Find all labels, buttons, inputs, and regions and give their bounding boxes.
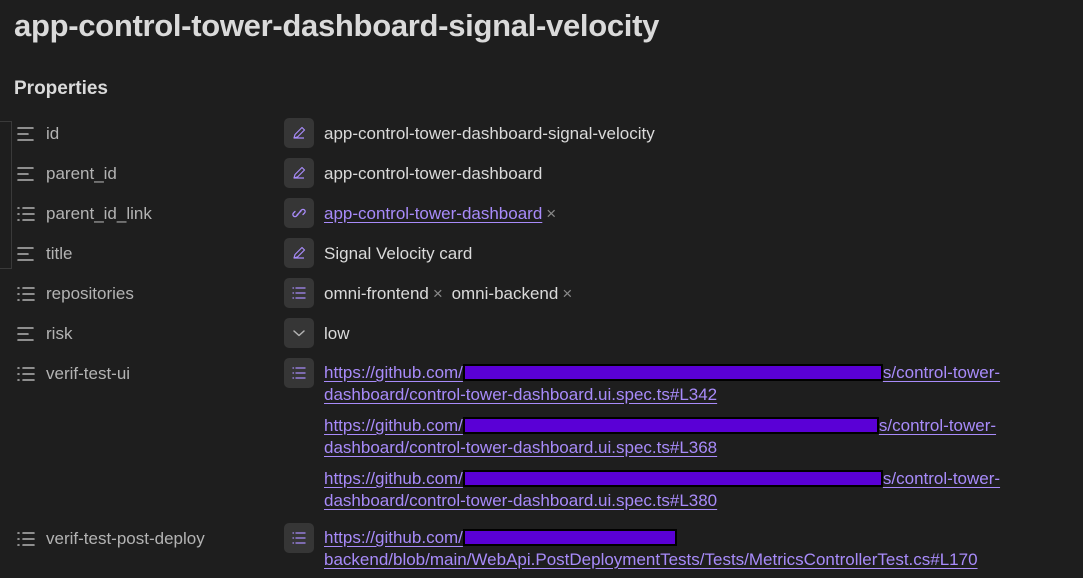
property-type-button[interactable] xyxy=(284,358,314,388)
url-link[interactable]: https://github.com/s/control-tower- dash… xyxy=(324,468,1000,512)
list-icon xyxy=(292,367,306,379)
pill-label: omni-frontend xyxy=(324,284,429,303)
url-prefix: https://github.com/ xyxy=(324,469,463,488)
property-key[interactable]: risk xyxy=(46,324,72,344)
text-lines-icon[interactable] xyxy=(16,246,36,262)
list-icon[interactable] xyxy=(16,206,36,222)
property-value[interactable]: Signal Velocity card xyxy=(324,244,472,264)
property-type-button[interactable] xyxy=(284,158,314,188)
text-lines-icon[interactable] xyxy=(16,126,36,142)
property-row-id: id app-control-tower-dashboard-signal-ve… xyxy=(0,118,1083,150)
remove-pill-button[interactable]: × xyxy=(433,284,443,303)
remove-pill-button[interactable]: × xyxy=(562,284,572,303)
url-link[interactable]: https://github.com/s/control-tower- dash… xyxy=(324,415,996,459)
chevron-down-icon xyxy=(293,330,305,337)
property-value[interactable]: low xyxy=(324,324,350,344)
property-type-button[interactable] xyxy=(284,523,314,553)
remove-link-button[interactable]: × xyxy=(546,204,556,223)
url-line2: backend/blob/main/WebApi.PostDeploymentT… xyxy=(324,550,978,569)
property-key[interactable]: parent_id xyxy=(46,164,117,184)
property-key[interactable]: title xyxy=(46,244,72,264)
property-row-verif-test-post-deploy: verif-test-post-deploy https://github.co… xyxy=(0,523,1083,578)
url-prefix: https://github.com/ xyxy=(324,416,463,435)
pill-label: omni-backend xyxy=(451,284,559,303)
url-line2: dashboard/control-tower-dashboard.ui.spe… xyxy=(324,491,718,510)
list-pill[interactable]: omni-frontend × xyxy=(324,284,443,303)
property-value[interactable]: app-control-tower-dashboard-signal-veloc… xyxy=(324,124,655,144)
property-row-parent-id: parent_id app-control-tower-dashboard xyxy=(0,158,1083,190)
property-key[interactable]: repositories xyxy=(46,284,134,304)
internal-link[interactable]: app-control-tower-dashboard xyxy=(324,204,542,223)
list-icon xyxy=(292,287,306,299)
property-type-button[interactable] xyxy=(284,198,314,228)
pencil-icon xyxy=(293,246,306,259)
property-type-button[interactable] xyxy=(284,238,314,268)
property-key[interactable]: verif-test-post-deploy xyxy=(46,529,205,549)
property-row-risk: risk low xyxy=(0,318,1083,350)
url-prefix: https://github.com/ xyxy=(324,363,463,382)
property-type-button[interactable] xyxy=(284,118,314,148)
property-key[interactable]: id xyxy=(46,124,59,144)
list-icon xyxy=(292,532,306,544)
redaction-bar xyxy=(462,528,677,546)
list-icon[interactable] xyxy=(16,286,36,302)
property-value[interactable]: app-control-tower-dashboard xyxy=(324,164,542,184)
property-key[interactable]: parent_id_link xyxy=(46,204,152,224)
url-link[interactable]: https://github.com/ backend/blob/main/We… xyxy=(324,527,978,571)
pencil-icon xyxy=(293,166,306,179)
property-key[interactable]: verif-test-ui xyxy=(46,364,130,384)
redaction-bar xyxy=(462,469,883,487)
property-type-button[interactable] xyxy=(284,278,314,308)
list-pill[interactable]: omni-backend × xyxy=(452,284,573,303)
redaction-bar xyxy=(462,416,879,434)
property-row-title: title Signal Velocity card xyxy=(0,238,1083,270)
url-suffix: s/control-tower- xyxy=(878,416,997,435)
url-suffix: s/control-tower- xyxy=(882,363,1001,382)
list-icon[interactable] xyxy=(16,366,36,382)
property-row-verif-test-ui: verif-test-ui https://github.com/s/contr… xyxy=(0,358,1083,518)
url-suffix: s/control-tower- xyxy=(882,469,1001,488)
property-row-repositories: repositories omni-frontend × omni-backend… xyxy=(0,278,1083,310)
url-link[interactable]: https://github.com/s/control-tower- dash… xyxy=(324,362,1000,406)
list-icon[interactable] xyxy=(16,531,36,547)
link-icon xyxy=(292,208,306,218)
url-line2: dashboard/control-tower-dashboard.ui.spe… xyxy=(324,438,718,457)
property-row-parent-id-link: parent_id_link app-control-tower-dashboa… xyxy=(0,198,1083,230)
redaction-bar xyxy=(462,363,883,381)
text-lines-icon[interactable] xyxy=(16,166,36,182)
pencil-icon xyxy=(293,126,306,139)
property-type-button[interactable] xyxy=(284,318,314,348)
note-title: app-control-tower-dashboard-signal-veloc… xyxy=(14,8,660,43)
url-line2: dashboard/control-tower-dashboard.ui.spe… xyxy=(324,385,718,404)
properties-heading[interactable]: Properties xyxy=(14,78,108,100)
url-prefix: https://github.com/ xyxy=(324,528,463,547)
text-lines-icon[interactable] xyxy=(16,326,36,342)
